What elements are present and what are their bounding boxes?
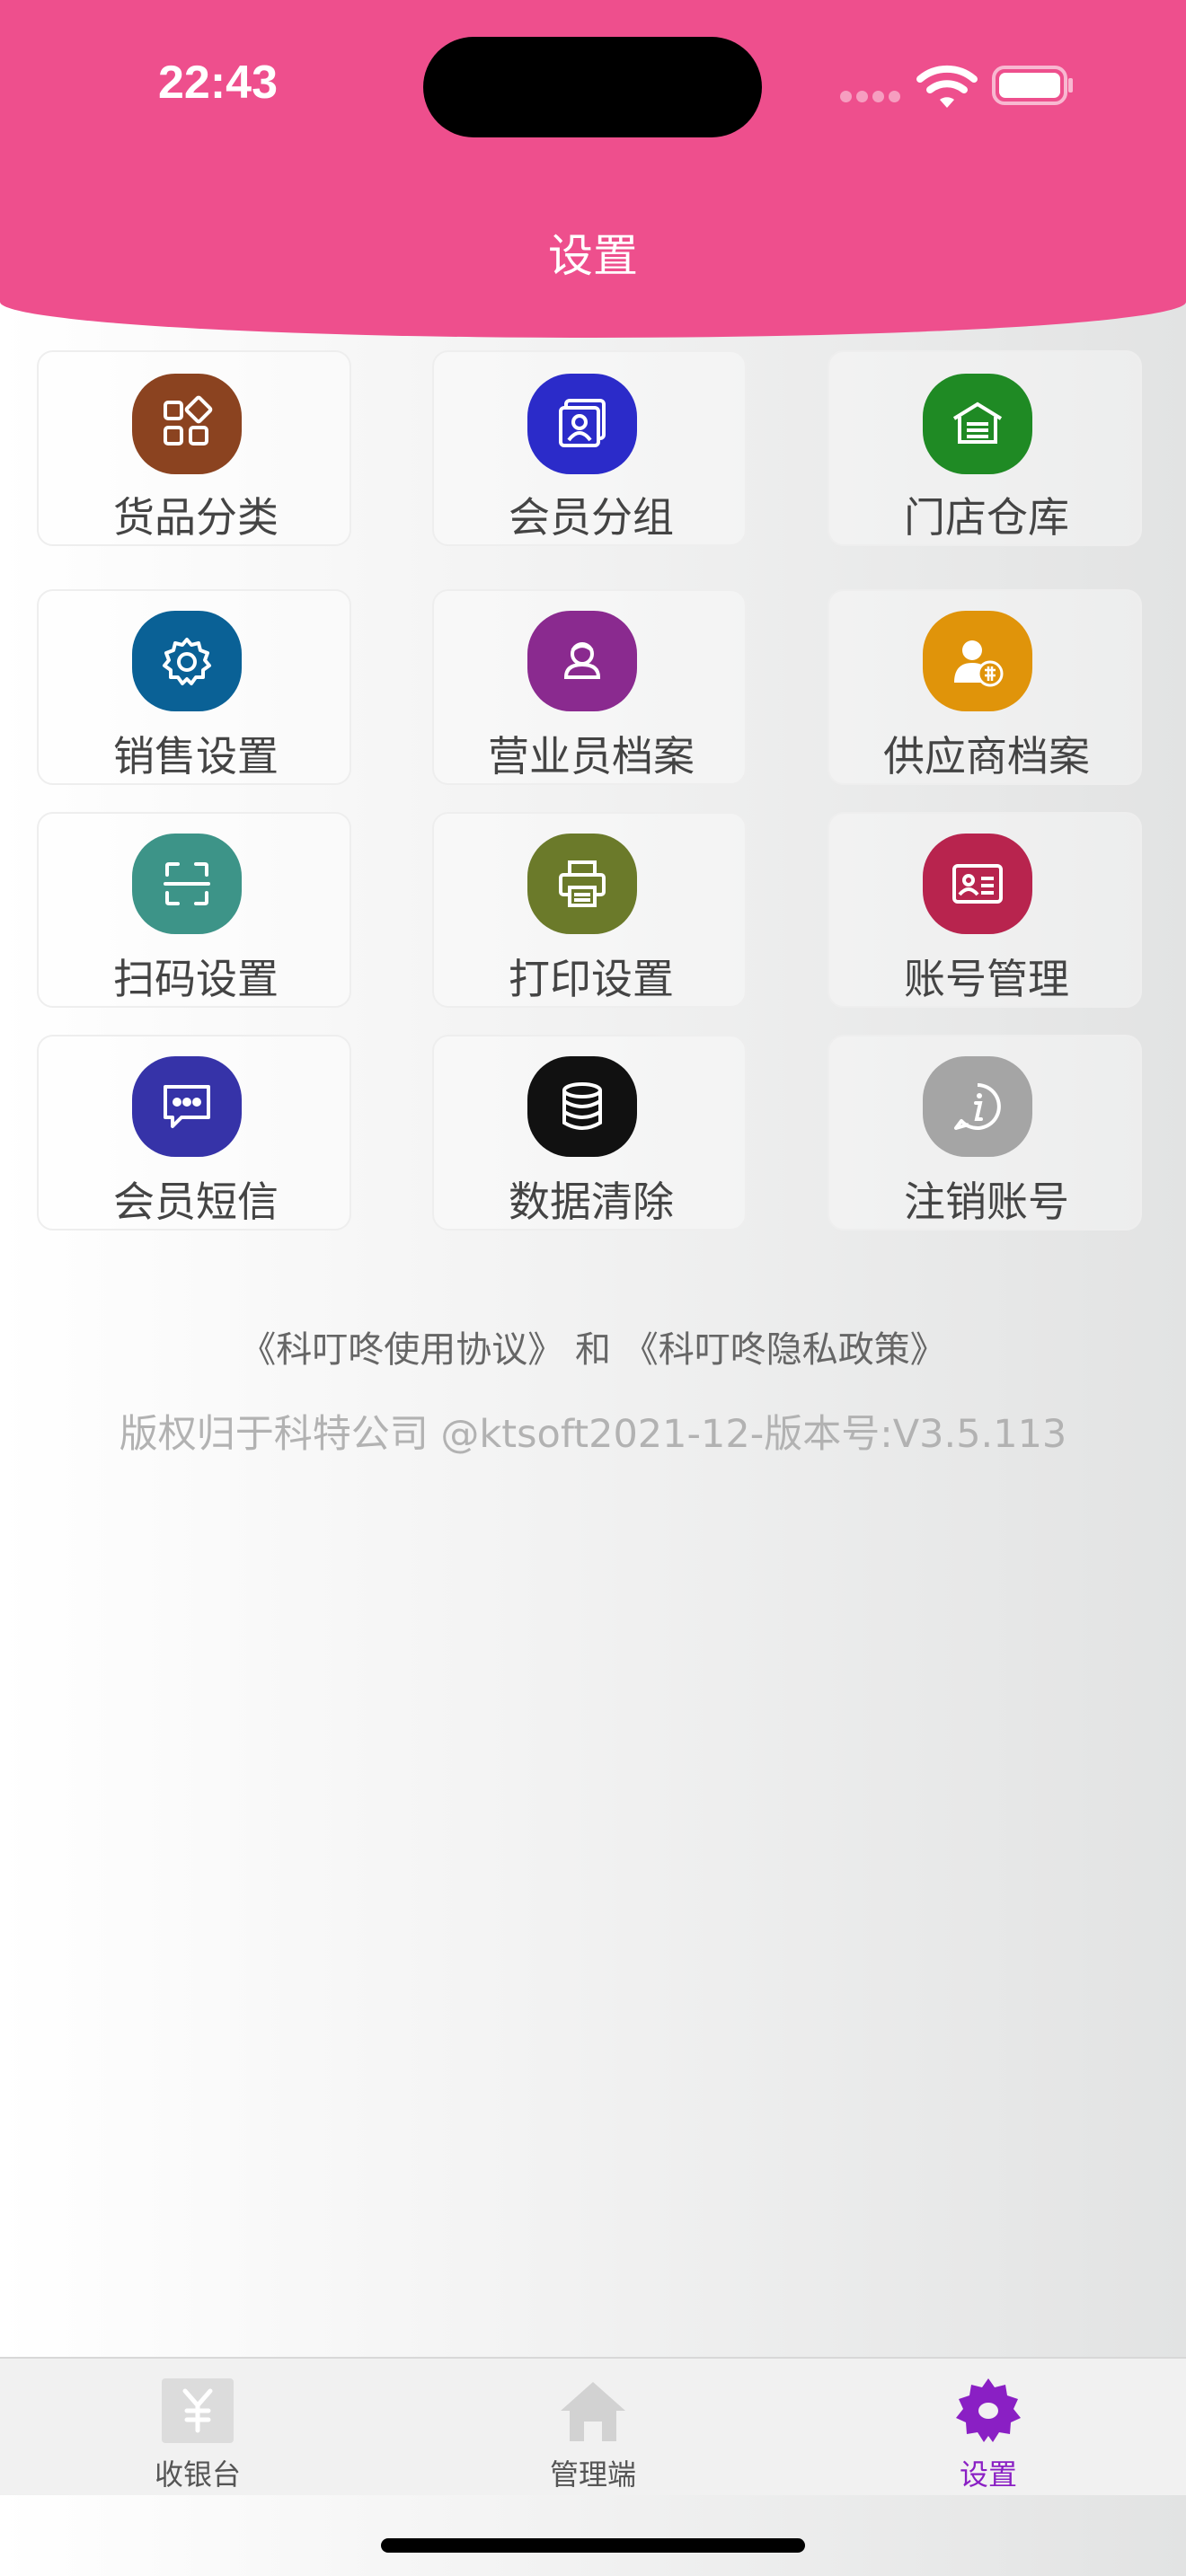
page-title: 设置 xyxy=(548,230,638,282)
tab-cashier[interactable]: 收银台 xyxy=(90,2359,305,2497)
printer-icon xyxy=(527,834,637,934)
tile-sales-settings[interactable]: 销售设置 xyxy=(37,589,351,785)
tile-supplier-records[interactable]: 供应商档案 xyxy=(828,589,1142,785)
tile-label: 门店仓库 xyxy=(904,493,1069,542)
tile-label: 营业员档案 xyxy=(488,732,695,781)
tile-salesperson-records[interactable]: 营业员档案 xyxy=(432,589,747,785)
tile-cancel-account[interactable]: 注销账号 xyxy=(828,1035,1142,1231)
home-icon xyxy=(557,2377,629,2445)
tile-label: 打印设置 xyxy=(509,955,674,1003)
member-group-icon xyxy=(527,374,637,474)
header-bar: 22:43 设置 xyxy=(0,0,1186,338)
tile-member-sms[interactable]: 会员短信 xyxy=(37,1035,351,1231)
tab-label: 收银台 xyxy=(154,2457,241,2492)
id-card-icon xyxy=(923,834,1032,934)
tile-account-management[interactable]: 账号管理 xyxy=(828,812,1142,1008)
tab-management[interactable]: 管理端 xyxy=(485,2359,701,2497)
gear-icon xyxy=(132,611,242,711)
tile-label: 账号管理 xyxy=(904,955,1069,1003)
tab-label: 设置 xyxy=(959,2457,1017,2492)
tile-member-group[interactable]: 会员分组 xyxy=(432,350,747,546)
scan-icon xyxy=(132,834,242,934)
tile-label: 销售设置 xyxy=(113,732,279,781)
tile-label: 货品分类 xyxy=(113,493,279,542)
tab-label: 管理端 xyxy=(549,2457,636,2492)
tile-scan-settings[interactable]: 扫码设置 xyxy=(37,812,351,1008)
categories-icon xyxy=(132,374,242,474)
salesperson-icon xyxy=(527,611,637,711)
tile-label: 数据清除 xyxy=(509,1178,674,1226)
database-icon xyxy=(527,1056,637,1157)
message-icon xyxy=(132,1056,242,1157)
warehouse-icon xyxy=(923,374,1032,474)
tile-label: 扫码设置 xyxy=(113,955,279,1003)
tab-bar: 收银台 管理端 设置 xyxy=(0,2357,1186,2495)
tile-label: 供应商档案 xyxy=(883,732,1090,781)
agreement-links[interactable]: 《科叮咚使用协议》 和 《科叮咚隐私政策》 xyxy=(0,1320,1186,1372)
tile-label: 注销账号 xyxy=(904,1178,1069,1226)
tab-settings[interactable]: 设置 xyxy=(881,2359,1096,2497)
cashier-icon xyxy=(162,2377,234,2445)
home-indicator xyxy=(381,2538,805,2553)
settings-icon xyxy=(952,2377,1024,2445)
copyright-text: 版权归于科特公司 @ktsoft2021-12-版本号:V3.5.113 xyxy=(119,1412,1067,1457)
dynamic-island xyxy=(423,37,762,137)
tile-label: 会员短信 xyxy=(113,1178,279,1226)
tile-label: 会员分组 xyxy=(509,493,674,542)
tile-data-clear[interactable]: 数据清除 xyxy=(432,1035,747,1231)
cellular-signal-icon xyxy=(840,91,901,103)
supplier-icon xyxy=(923,611,1032,711)
tile-print-settings[interactable]: 打印设置 xyxy=(432,812,747,1008)
tile-store-warehouse[interactable]: 门店仓库 xyxy=(828,350,1142,546)
tile-goods-category[interactable]: 货品分类 xyxy=(37,350,351,546)
status-time: 22:43 xyxy=(158,57,278,109)
info-icon xyxy=(923,1056,1032,1157)
battery-icon xyxy=(992,66,1073,105)
wifi-icon xyxy=(916,65,978,108)
